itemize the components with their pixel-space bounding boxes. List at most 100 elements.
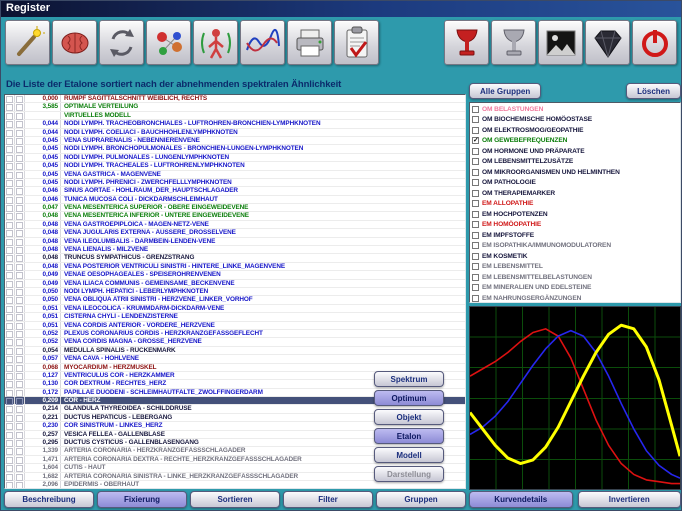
row-checkbox[interactable] — [5, 364, 15, 371]
group-checkbox[interactable] — [472, 274, 479, 281]
row-checkbox[interactable] — [5, 246, 15, 253]
row-checkbox[interactable] — [5, 397, 15, 404]
row-checkbox[interactable] — [5, 112, 15, 119]
etalon-row[interactable]: 0,048VENA LIENALIS - MILZVENE — [5, 246, 465, 254]
group-checkbox[interactable] — [472, 116, 479, 123]
etalon-row[interactable]: 0,051VENA ILEOCOLICA - KRUMMDARM-DICKDAR… — [5, 305, 465, 313]
etalon-row[interactable]: 0,045VENA SUPRARENALIS - NEBENNIERENVENE — [5, 137, 465, 145]
etalon-row[interactable]: 0,048VENA GASTROEPIPLOICA - MAGEN-NETZ-V… — [5, 221, 465, 229]
bottom-button-filter[interactable]: Filter — [283, 491, 373, 508]
all-groups-button[interactable]: Alle Gruppen — [469, 83, 541, 99]
side-button-etalon[interactable]: Etalon — [374, 428, 444, 444]
group-item[interactable]: OM THERAPIEMARKER — [470, 188, 680, 199]
side-button-spektrum[interactable]: Spektrum — [374, 371, 444, 387]
side-button-optimum[interactable]: Optimum — [374, 390, 444, 406]
etalon-row[interactable]: 0,000RUMPF SAGITTALSCHNITT WEIBLICH, REC… — [5, 95, 465, 103]
bottom-button-kurvendetails[interactable]: Kurvendetails — [469, 491, 573, 508]
figure-analysis-button[interactable] — [193, 20, 238, 65]
etalon-row[interactable]: 0,052PLEXUS CORONARIUS CORDIS - HERZKRAN… — [5, 330, 465, 338]
row-checkbox[interactable] — [5, 431, 15, 438]
etalon-row[interactable]: VIRTUELLES MODELL — [5, 112, 465, 120]
row-checkbox[interactable] — [5, 296, 15, 303]
group-checkbox[interactable] — [472, 158, 479, 165]
group-checkbox[interactable] — [472, 221, 479, 228]
row-checkbox[interactable] — [5, 229, 15, 236]
row-checkbox[interactable] — [5, 405, 15, 412]
row-checkbox[interactable] — [5, 263, 15, 270]
row-checkbox[interactable] — [5, 120, 15, 127]
bottom-button-invertieren[interactable]: Invertieren — [578, 491, 682, 508]
group-checkbox[interactable] — [472, 253, 479, 260]
group-checkbox[interactable] — [472, 263, 479, 270]
row-checkbox[interactable] — [5, 196, 15, 203]
brain-button[interactable] — [52, 20, 97, 65]
row-checkbox[interactable] — [5, 271, 15, 278]
row-checkbox[interactable] — [5, 414, 15, 421]
group-list[interactable]: OM BELASTUNGENOM BIOCHEMISCHE HOMÖOSTASE… — [469, 102, 681, 303]
group-item[interactable]: OM MIKROORGANISMEN UND HELMINTHEN — [470, 167, 680, 178]
group-item[interactable]: EM ALLOPATHIE — [470, 199, 680, 210]
row-checkbox[interactable] — [5, 330, 15, 337]
group-checkbox[interactable] — [472, 200, 479, 207]
grey-cup-button[interactable] — [491, 20, 536, 65]
group-item[interactable]: OM PATHOLOGIE — [470, 178, 680, 189]
bottom-button-sortieren[interactable]: Sortieren — [190, 491, 280, 508]
row-checkbox[interactable] — [5, 305, 15, 312]
row-checkbox[interactable] — [5, 347, 15, 354]
sync-button[interactable] — [99, 20, 144, 65]
group-checkbox[interactable] — [472, 295, 479, 302]
row-checkbox[interactable] — [5, 95, 15, 102]
group-item[interactable]: ✓OM GEWEBEFREQUENZEN — [470, 136, 680, 147]
group-checkbox[interactable] — [472, 106, 479, 113]
etalon-row[interactable]: 0,048VENA JUGULARIS EXTERNA - ÄUSSERE_DR… — [5, 229, 465, 237]
etalon-row[interactable]: 0,048VENA MESENTERICA INFERIOR - UNTERE … — [5, 212, 465, 220]
print-button[interactable] — [287, 20, 332, 65]
row-checkbox[interactable] — [5, 162, 15, 169]
row-checkbox[interactable] — [5, 313, 15, 320]
diamond-button[interactable] — [585, 20, 630, 65]
row-checkbox[interactable] — [5, 145, 15, 152]
row-checkbox[interactable] — [5, 473, 15, 480]
row-checkbox[interactable] — [5, 447, 15, 454]
group-checkbox[interactable] — [472, 179, 479, 186]
bottom-button-beschreibung[interactable]: Beschreibung — [4, 491, 94, 508]
etalon-row[interactable]: 0,045NODI LYMPH. PHRENICI - ZWERCHFELLLY… — [5, 179, 465, 187]
etalon-row[interactable]: 0,054MEDULLA SPINALIS - RÜCKENMARK — [5, 347, 465, 355]
group-checkbox[interactable] — [472, 169, 479, 176]
etalon-row[interactable]: 0,044NODI LYMPH. COELIACI - BAUCHHÖHLENL… — [5, 129, 465, 137]
row-checkbox[interactable] — [5, 221, 15, 228]
group-checkbox[interactable] — [472, 190, 479, 197]
etalon-row[interactable]: 0,049VENA ILIACA COMMUNIS - GEMEINSAME_B… — [5, 280, 465, 288]
etalon-row[interactable]: 0,051VENA CORDIS ANTERIOR - VORDERE_HERZ… — [5, 322, 465, 330]
group-checkbox[interactable] — [472, 284, 479, 291]
row-checkbox[interactable] — [5, 481, 15, 488]
group-item[interactable]: EM MINERALIEN UND EDELSTEINE — [470, 283, 680, 294]
row-checkbox[interactable] — [5, 280, 15, 287]
row-checkbox[interactable] — [5, 212, 15, 219]
exit-button[interactable] — [632, 20, 677, 65]
etalon-row[interactable]: 0,049VENAE OESOPHAGEALES - SPEISERÖHRENV… — [5, 271, 465, 279]
red-cup-button[interactable] — [444, 20, 489, 65]
etalon-row[interactable]: 0,047VENA MESENTERICA SUPERIOR - OBERE E… — [5, 204, 465, 212]
etalon-row[interactable]: 0,046TUNICA MUCOSA COLI - DICKDARMSCHLEI… — [5, 196, 465, 204]
etalon-row[interactable]: 0,048VENA POSTERIOR VENTRICULI SINISTRI … — [5, 263, 465, 271]
etalon-row[interactable]: 0,045NODI LYMPH. BRONCHOPULMONALES - BRO… — [5, 145, 465, 153]
bottom-button-gruppen[interactable]: Gruppen — [376, 491, 466, 508]
etalon-row[interactable]: 0,050NODI LYMPH. HEPATICI - LEBERLYMPHKN… — [5, 288, 465, 296]
molecule-button[interactable] — [146, 20, 191, 65]
group-item[interactable]: EM ISOPATHIKA/IMMUNOMODULATOREN — [470, 241, 680, 252]
row-checkbox[interactable] — [5, 187, 15, 194]
side-button-modell[interactable]: Modell — [374, 447, 444, 463]
etalon-row[interactable]: 0,045NODI LYMPH. PULMONALES - LUNGENLYMP… — [5, 154, 465, 162]
group-checkbox[interactable] — [472, 242, 479, 249]
etalon-row[interactable]: 0,052VENA CORDIS MAGNA - GROSSE_HERZVENE — [5, 338, 465, 346]
etalon-row[interactable]: 0,046SINUS AORTAE - HOHLRAUM_DER_HAUPTSC… — [5, 187, 465, 195]
bottom-button-fixierung[interactable]: Fixierung — [97, 491, 187, 508]
group-item[interactable]: OM LEBENSMITTELZUSÄTZE — [470, 157, 680, 168]
group-item[interactable]: EM LEBENSMITTEL — [470, 262, 680, 273]
etalon-row[interactable]: 0,045NODI LYMPH. TRACHEALES - LUFTRÖHREN… — [5, 162, 465, 170]
row-checkbox[interactable] — [5, 171, 15, 178]
photo-button[interactable] — [538, 20, 583, 65]
row-checkbox[interactable] — [5, 322, 15, 329]
group-checkbox[interactable] — [472, 127, 479, 134]
